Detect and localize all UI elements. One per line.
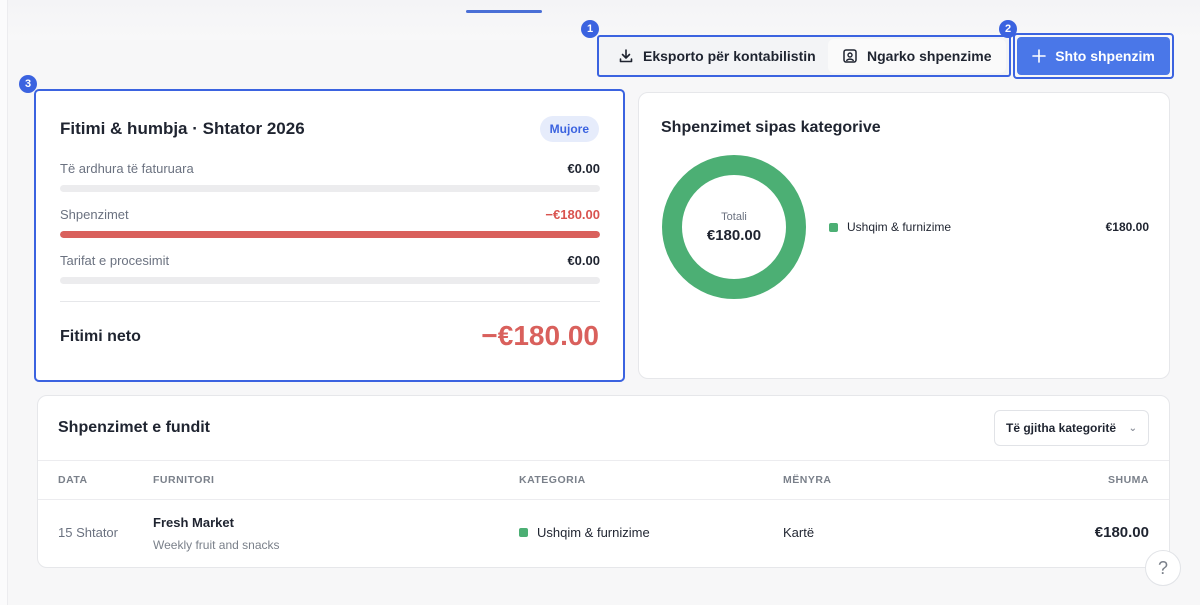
recent-expenses-card: Shpenzimet e fundit Të gjitha kategoritë…	[37, 395, 1170, 568]
table-header: DATA FURNITORI KATEGORIA MËNYRA SHUMA	[38, 460, 1169, 500]
category-color-swatch	[519, 528, 528, 537]
row-method: Kartë	[783, 525, 815, 540]
pl-row-bar-fill	[60, 231, 600, 238]
image-upload-icon	[843, 49, 857, 63]
column-header-vendor[interactable]: FURNITORI	[153, 474, 214, 486]
export-upload-group: Eksporto për kontabilistin Ngarko shpenz…	[597, 35, 1011, 77]
pl-row-label: Të ardhura të faturuara	[60, 161, 194, 176]
upload-button-label: Ngarko shpenzime	[867, 48, 992, 64]
pl-row-label: Shpenzimet	[60, 207, 129, 222]
export-for-accountant-button[interactable]: Eksporto për kontabilistin	[602, 39, 824, 73]
pl-row-label: Tarifat e procesimit	[60, 253, 170, 268]
upload-expenses-button[interactable]: Ngarko shpenzime	[828, 39, 1006, 73]
category-filter-value: Të gjitha kategoritë	[1006, 421, 1117, 435]
profit-loss-title: Fitimi & humbja · Shtator 2026	[60, 119, 305, 138]
pl-row-expenses: Shpenzimet −€180.00	[60, 207, 600, 238]
plus-icon	[1032, 49, 1047, 63]
column-header-method[interactable]: MËNYRA	[783, 474, 832, 486]
add-expense-button[interactable]: Shto shpenzim	[1017, 37, 1170, 75]
category-filter-select[interactable]: Të gjitha kategoritë ⌄	[994, 410, 1149, 446]
add-expense-label: Shto shpenzim	[1055, 48, 1155, 64]
pl-row-bar	[60, 277, 600, 284]
net-profit-value: −€180.00	[481, 320, 599, 351]
pl-row-income: Të ardhura të faturuara €0.00	[60, 161, 600, 192]
column-header-date[interactable]: DATA	[58, 474, 88, 486]
donut-total-label: Totali	[721, 210, 747, 223]
divider	[60, 301, 600, 302]
profit-loss-card: Fitimi & humbja · Shtator 2026 Mujore Të…	[34, 89, 625, 382]
pl-row-bar	[60, 185, 600, 192]
row-category-label: Ushqim & furnizime	[537, 525, 650, 540]
expenses-by-category-card: Shpenzimet sipas kategorive Totali €180.…	[638, 92, 1170, 379]
annotation-marker-1: 1	[581, 20, 599, 38]
recent-expenses-title: Shpenzimet e fundit	[58, 419, 210, 436]
donut-center: Totali €180.00	[661, 154, 807, 300]
pl-row-amount: €0.00	[567, 161, 600, 176]
table-row[interactable]: 15 Shtator Fresh Market Weekly fruit and…	[38, 501, 1169, 567]
column-header-amount[interactable]: SHUMA	[1108, 474, 1149, 486]
active-tab-indicator	[466, 10, 542, 13]
row-category: Ushqim & furnizime	[519, 525, 650, 540]
help-button[interactable]: ?	[1145, 550, 1181, 586]
legend-color-swatch	[829, 222, 838, 232]
legend-item: Ushqim & furnizime €180.00	[829, 220, 1149, 234]
row-note: Weekly fruit and snacks	[153, 538, 280, 552]
row-vendor: Fresh Market	[153, 515, 234, 530]
period-pill[interactable]: Mujore	[539, 116, 599, 142]
column-header-category[interactable]: KATEGORIA	[519, 474, 586, 486]
category-card-title: Shpenzimet sipas kategorive	[661, 119, 881, 136]
pl-row-bar	[60, 231, 600, 238]
net-profit-label: Fitimi neto	[60, 328, 141, 345]
download-icon	[619, 49, 633, 63]
add-expense-button-frame: Shto shpenzim	[1013, 33, 1174, 79]
chevron-down-icon: ⌄	[1128, 422, 1137, 434]
donut-total-value: €180.00	[706, 226, 762, 244]
pl-row-fees: Tarifat e procesimit €0.00	[60, 253, 600, 284]
row-date: 15 Shtator	[58, 525, 118, 540]
legend-item-amount: €180.00	[1105, 220, 1149, 234]
pl-row-amount: €0.00	[567, 253, 600, 268]
row-amount: €180.00	[1094, 524, 1149, 541]
legend-item-label: Ushqim & furnizime	[847, 220, 952, 234]
left-edge	[0, 0, 8, 605]
export-button-label: Eksporto për kontabilistin	[643, 48, 816, 64]
pl-row-amount: −€180.00	[545, 207, 600, 222]
